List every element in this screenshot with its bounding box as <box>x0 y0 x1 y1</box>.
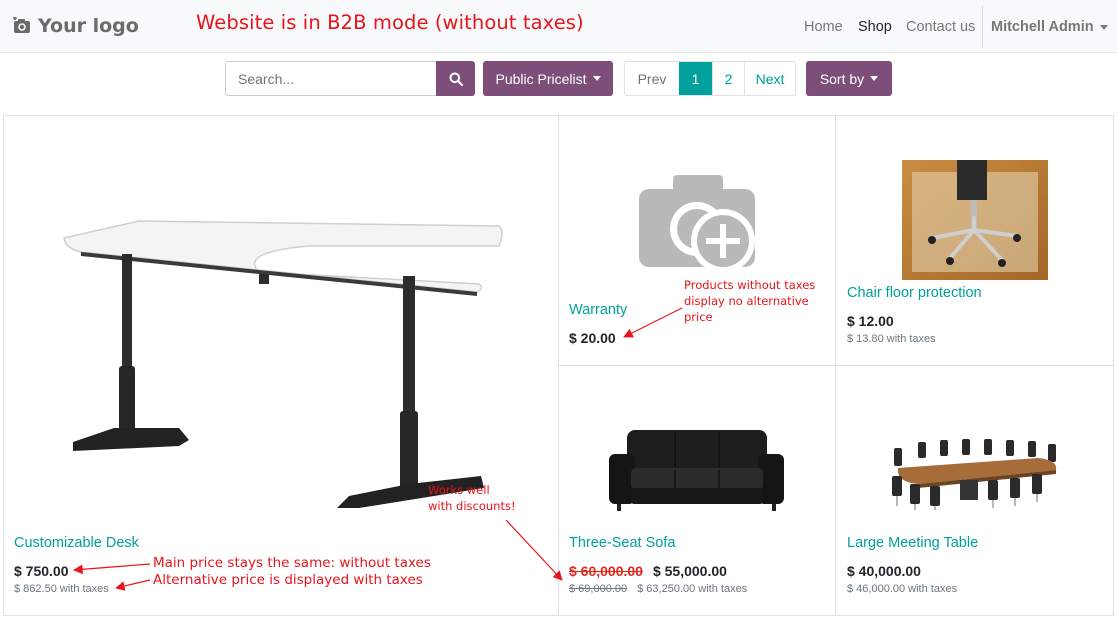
chevron-down-icon <box>870 76 879 81</box>
nav-home[interactable]: Home <box>804 19 843 35</box>
product-old-price-sofa: $ 60,000.00 <box>569 563 643 579</box>
site-logo[interactable]: Your logo <box>12 15 139 37</box>
top-navbar: Your logo Website is in B2B mode (withou… <box>0 0 1117 53</box>
search-input[interactable] <box>225 61 437 96</box>
product-name-warranty[interactable]: Warranty <box>569 302 627 318</box>
product-price-desk: $ 750.00 <box>14 563 69 579</box>
product-alt-price-meeting-table: $ 46,000.00 with taxes <box>847 583 958 595</box>
annotation-alt-price: Alternative price is displayed with taxe… <box>153 572 423 588</box>
chevron-down-icon <box>1099 24 1108 30</box>
product-price-chair-protection: $ 12.00 <box>847 313 894 329</box>
product-card-warranty[interactable] <box>558 115 836 366</box>
annotation-line: Products without taxes <box>684 278 816 292</box>
desk-image[interactable] <box>59 216 519 516</box>
pager-page-2[interactable]: 2 <box>712 62 744 95</box>
pager: Prev 1 2 Next <box>624 61 796 96</box>
product-alt-price-sofa: $ 69,000.00 $ 63,250.00 with taxes <box>569 583 747 595</box>
annotation-discounts: Works well with discounts! <box>428 482 516 514</box>
user-name: Mitchell Admin <box>991 19 1094 35</box>
sort-dropdown[interactable]: Sort by <box>806 61 892 96</box>
annotation-main-price: Main price stays the same: without taxes <box>153 555 431 571</box>
camera-plus-icon[interactable] <box>637 173 757 278</box>
product-name-sofa[interactable]: Three-Seat Sofa <box>569 535 675 551</box>
pricelist-dropdown[interactable]: Public Pricelist <box>483 61 613 96</box>
annotation-line: display no alternative <box>684 294 809 308</box>
nav-divider <box>982 6 983 48</box>
chair-mat-image[interactable] <box>902 160 1048 280</box>
user-menu[interactable]: Mitchell Admin <box>991 19 1108 35</box>
product-alt-old-price-sofa: $ 69,000.00 <box>569 583 628 595</box>
product-price-meeting-table: $ 40,000.00 <box>847 563 921 579</box>
camera-add-icon <box>13 17 30 33</box>
chevron-down-icon <box>592 76 601 81</box>
annotation-line: price <box>684 310 713 324</box>
annotation-line: Works well <box>428 483 490 497</box>
annotation-line: with discounts! <box>428 499 516 513</box>
b2b-banner: Website is in B2B mode (without taxes) <box>196 11 584 34</box>
search-icon <box>449 72 463 86</box>
product-alt-price-chair-protection: $ 13.80 with taxes <box>847 333 936 345</box>
product-alt-price-desk: $ 862.50 with taxes <box>14 583 109 595</box>
product-price-warranty: $ 20.00 <box>569 330 616 346</box>
product-alt-new-price-sofa: $ 63,250.00 with taxes <box>637 583 748 595</box>
annotation-no-alternative: Products without taxes display no altern… <box>684 277 815 325</box>
pager-page-1[interactable]: 1 <box>679 62 712 95</box>
product-name-chair-protection[interactable]: Chair floor protection <box>847 285 982 301</box>
search-button[interactable] <box>436 61 475 96</box>
product-name-desk[interactable]: Customizable Desk <box>14 535 139 551</box>
nav-shop[interactable]: Shop <box>858 19 892 35</box>
product-new-price-sofa: $ 55,000.00 <box>652 563 727 579</box>
pager-next[interactable]: Next <box>744 62 795 95</box>
logo-text: Your logo <box>38 15 139 37</box>
pager-prev[interactable]: Prev <box>625 62 679 95</box>
sort-label: Sort by <box>819 70 865 87</box>
pricelist-label: Public Pricelist <box>495 70 587 87</box>
meeting-table-image[interactable] <box>888 436 1063 511</box>
product-name-meeting-table[interactable]: Large Meeting Table <box>847 535 978 551</box>
product-price-sofa: $ 60,000.00 $ 55,000.00 <box>569 563 727 579</box>
nav-contact[interactable]: Contact us <box>906 19 975 35</box>
sofa-image[interactable] <box>609 428 784 513</box>
